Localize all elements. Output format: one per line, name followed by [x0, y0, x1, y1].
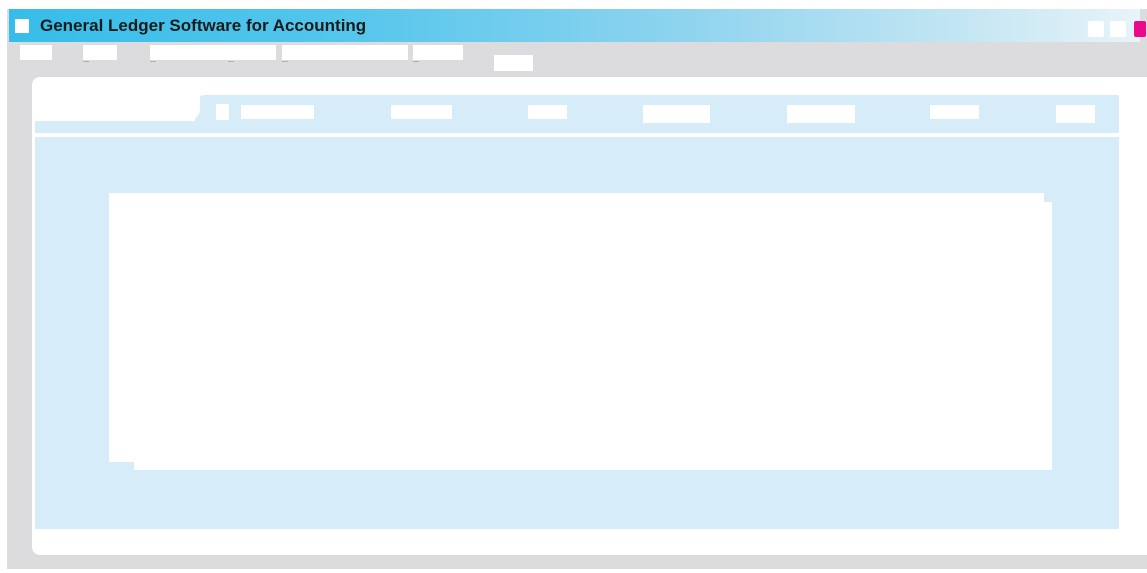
menu-underline: [150, 61, 156, 62]
menu-item-6[interactable]: [494, 55, 533, 71]
tab-4[interactable]: [643, 105, 710, 123]
app-icon: [15, 19, 29, 33]
menu-underline: [282, 61, 288, 62]
title-bar[interactable]: General Ledger Software for Accounting: [9, 9, 1146, 42]
menu-underline: [228, 61, 234, 62]
minimize-button[interactable]: [1088, 21, 1104, 37]
document-corner: [109, 462, 134, 470]
window-title: General Ledger Software for Accounting: [40, 16, 367, 35]
menu-item-3[interactable]: [150, 45, 276, 60]
tab-separator: [35, 133, 1119, 136]
menu-item-4[interactable]: [282, 45, 408, 60]
menu-item-2[interactable]: [83, 45, 117, 60]
document-corner: [1044, 193, 1052, 202]
tab-checkbox[interactable]: [216, 104, 229, 120]
tab-5[interactable]: [787, 105, 855, 123]
tab-3[interactable]: [528, 105, 567, 119]
menu-item-1[interactable]: [20, 45, 52, 60]
tab-6[interactable]: [930, 105, 979, 119]
document-area[interactable]: [109, 193, 1052, 470]
menu-underline: [83, 61, 89, 62]
close-button[interactable]: [1134, 21, 1146, 37]
menu-item-5[interactable]: [413, 45, 463, 60]
tab-7[interactable]: [1056, 105, 1095, 123]
active-tab-underline: [35, 121, 195, 133]
maximize-button[interactable]: [1110, 21, 1126, 37]
tab-2[interactable]: [391, 105, 452, 119]
menu-underline: [413, 61, 419, 62]
tab-1[interactable]: [241, 105, 314, 119]
